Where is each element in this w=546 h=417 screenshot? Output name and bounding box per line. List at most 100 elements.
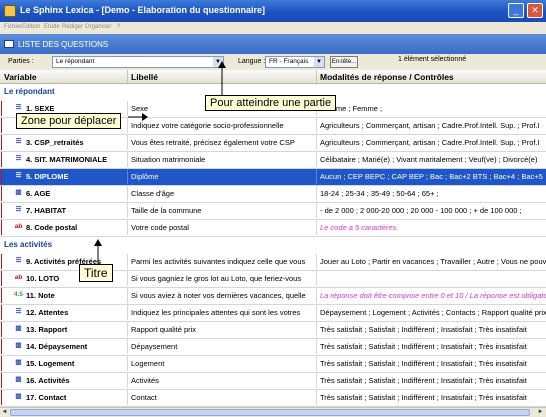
close-button[interactable]: ✕ bbox=[527, 3, 543, 18]
libelle-cell: Activités bbox=[131, 376, 159, 385]
panel-title: LISTE DES QUESTIONS bbox=[18, 40, 109, 49]
drag-handle[interactable] bbox=[1, 135, 5, 150]
drag-handle[interactable] bbox=[1, 118, 5, 133]
drag-handle[interactable] bbox=[1, 186, 5, 201]
libelle-cell: Classe d'âge bbox=[131, 189, 175, 198]
scroll-thumb[interactable] bbox=[10, 409, 530, 416]
menu-help[interactable]: ? bbox=[117, 24, 120, 30]
drag-handle[interactable] bbox=[1, 220, 5, 235]
questions-grid: Le répondant☰1. SEXESexeHomme ; Femme ;☰… bbox=[0, 84, 546, 407]
table-header: Variable Libellé Modalités de réponse / … bbox=[0, 70, 546, 84]
scroll-right-icon[interactable]: ► bbox=[536, 408, 545, 417]
question-row[interactable]: ☰ 5. DIPLOME Diplôme Aucun ; CEP BEPC ; CAP… bbox=[0, 169, 546, 186]
question-row[interactable]: ☰ 12. Attentes Indiquez les principales at… bbox=[0, 305, 546, 322]
list-icon: ☰ bbox=[15, 155, 22, 162]
menu-fichier[interactable]: Fichier bbox=[4, 24, 22, 30]
variable-name: 3. CSP_retraités bbox=[26, 138, 84, 147]
variable-name: 14. Dépaysement bbox=[26, 342, 88, 351]
modalites-cell: Homme ; Femme ; bbox=[320, 104, 383, 113]
panel-header: LISTE DES QUESTIONS bbox=[0, 34, 546, 54]
list-icon: ☰ bbox=[15, 206, 22, 213]
list-icon: ☰ bbox=[15, 257, 22, 264]
menu-organiser[interactable]: Organiser bbox=[85, 24, 111, 30]
modalites-cell: Jouer au Loto ; Partir en vacances ; Tra… bbox=[320, 257, 546, 266]
question-row[interactable]: ▥ 6. AGE Classe d'âge 18-24 ; 25-34 ; 35-49… bbox=[0, 186, 546, 203]
question-row[interactable]: ▥ 17. Contact Contact Très satisfait ; Sati… bbox=[0, 390, 546, 407]
text-icon: ab bbox=[14, 274, 23, 281]
drag-handle[interactable] bbox=[1, 390, 5, 405]
selection-status: 1 élément sélectionné bbox=[398, 56, 467, 63]
modalites-cell: Le code a 5 caractères. bbox=[320, 223, 399, 232]
drag-handle[interactable] bbox=[1, 322, 5, 337]
menu-etude[interactable]: Etude bbox=[44, 24, 60, 30]
libelle-cell: Dépaysement bbox=[131, 342, 178, 351]
entete-button[interactable]: En-tête... bbox=[330, 56, 358, 68]
drag-handle[interactable] bbox=[1, 152, 5, 167]
modalites-cell: Très satisfait ; Satisfait ; Indifférent… bbox=[320, 359, 527, 368]
libelle-cell: Si vous gagniez le gros lot au Loto, que… bbox=[131, 274, 302, 283]
scale-icon: ▥ bbox=[15, 359, 22, 366]
libelle-cell: Diplôme bbox=[131, 172, 159, 181]
toolbar: Parties : Le répondant ▼ Langue : FR - F… bbox=[0, 54, 546, 70]
question-row[interactable]: ▥ 13. Rapport Rapport qualité prix Très sat… bbox=[0, 322, 546, 339]
modalites-cell: Agriculteurs ; Commerçant, artisan ; Cad… bbox=[320, 138, 540, 147]
section-row[interactable]: Les activités bbox=[0, 237, 546, 254]
scale-icon: ▥ bbox=[15, 342, 22, 349]
variable-name: 16. Activités bbox=[26, 376, 70, 385]
menu-rediger[interactable]: Rédiger bbox=[62, 24, 83, 30]
minimize-button[interactable]: _ bbox=[508, 3, 524, 18]
callout-partie: Pour atteindre une partie bbox=[205, 95, 337, 111]
header-modalites[interactable]: Modalités de réponse / Contrôles bbox=[320, 72, 454, 82]
scale-icon: ▥ bbox=[15, 376, 22, 383]
app-icon bbox=[4, 5, 16, 17]
drag-handle[interactable] bbox=[1, 254, 5, 269]
langue-value: FR - Français bbox=[269, 58, 309, 65]
list-icon: ☰ bbox=[15, 104, 22, 111]
numeric-icon: 4.5 bbox=[14, 291, 24, 298]
header-variable[interactable]: Variable bbox=[4, 72, 37, 82]
modalites-cell: Très satisfait ; Satisfait ; Indifférent… bbox=[320, 342, 527, 351]
header-libelle[interactable]: Libellé bbox=[131, 72, 158, 82]
question-row[interactable]: ▥ 15. Logement Logement Très satisfait ; Sa… bbox=[0, 356, 546, 373]
drag-handle[interactable] bbox=[1, 203, 5, 218]
variable-name: 17. Contact bbox=[26, 393, 67, 402]
parties-select[interactable]: Le répondant ▼ bbox=[52, 56, 224, 68]
drag-handle[interactable] bbox=[1, 339, 5, 354]
langue-select[interactable]: FR - Français ▼ bbox=[265, 56, 325, 68]
question-row[interactable]: 4.5 11. Note Si vous aviez à noter vos der… bbox=[0, 288, 546, 305]
question-row[interactable]: ☰ 4. SIT. MATRIMONIALE Situation matrimoni… bbox=[0, 152, 546, 169]
variable-name: 15. Logement bbox=[26, 359, 75, 368]
drag-handle[interactable] bbox=[1, 356, 5, 371]
modalites-cell: Agriculteurs ; Commerçant, artisan ; Cad… bbox=[320, 121, 540, 130]
drag-handle[interactable] bbox=[1, 101, 5, 116]
scale-icon: ▥ bbox=[15, 325, 22, 332]
chevron-down-icon[interactable]: ▼ bbox=[213, 57, 223, 67]
question-row[interactable]: ☰ 7. HABITAT Taille de la commune - de 2 00… bbox=[0, 203, 546, 220]
modalites-cell: Aucun ; CEP BEPC ; CAP BEP ; Bac ; Bac+2… bbox=[320, 172, 543, 181]
modalites-cell: Très satisfait ; Satisfait ; Indifférent… bbox=[320, 325, 527, 334]
variable-name: 4. SIT. MATRIMONIALE bbox=[26, 155, 108, 164]
horizontal-scrollbar[interactable]: ◄ ► bbox=[0, 407, 546, 417]
libelle-cell: Rapport qualité prix bbox=[131, 325, 197, 334]
drag-handle[interactable] bbox=[1, 169, 5, 184]
question-row[interactable]: ▥ 14. Dépaysement Dépaysement Très satisfai… bbox=[0, 339, 546, 356]
modalites-cell: 18-24 ; 25-34 ; 35-49 ; 50-64 ; 65+ ; bbox=[320, 189, 439, 198]
drag-handle[interactable] bbox=[1, 373, 5, 388]
window-title: Le Sphinx Lexica - [Demo - Elaboration d… bbox=[20, 5, 266, 15]
question-row[interactable]: ☰ 3. CSP_retraités Vous êtes retraité, pré… bbox=[0, 135, 546, 152]
section-title: Les activités bbox=[4, 240, 53, 249]
drag-handle[interactable] bbox=[1, 305, 5, 320]
libelle-cell: Si vous aviez à noter vos dernières vaca… bbox=[131, 291, 306, 300]
libelle-cell: Indiquez votre catégorie socio-professio… bbox=[131, 121, 284, 130]
menu-edition[interactable]: Edition bbox=[22, 24, 40, 30]
variable-name: 13. Rapport bbox=[26, 325, 68, 334]
list-icon: ☰ bbox=[15, 138, 22, 145]
libelle-cell: Logement bbox=[131, 359, 165, 368]
scale-icon: ▥ bbox=[15, 393, 22, 400]
drag-handle[interactable] bbox=[1, 288, 5, 303]
scroll-left-icon[interactable]: ◄ bbox=[0, 408, 9, 417]
question-row[interactable]: ▥ 16. Activités Activités Très satisfait ; … bbox=[0, 373, 546, 390]
drag-handle[interactable] bbox=[1, 271, 5, 286]
chevron-down-icon[interactable]: ▼ bbox=[314, 57, 324, 67]
question-row[interactable]: ab 8. Code postal Votre code postal Le code… bbox=[0, 220, 546, 237]
